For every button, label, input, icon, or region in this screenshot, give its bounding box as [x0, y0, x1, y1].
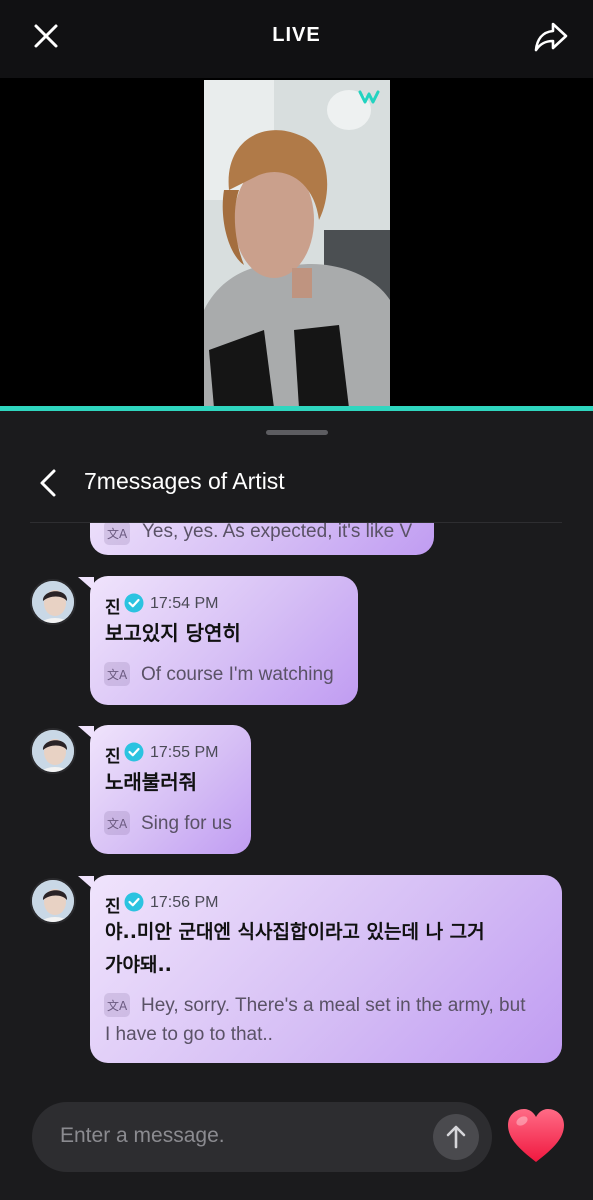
message-bubble-partial[interactable]: 文A Yes, yes. As expected, it's like V — [90, 523, 434, 555]
translate-icon: 文A — [104, 662, 130, 686]
avatar[interactable] — [30, 878, 76, 924]
message-text-line-2: 가야돼.. — [105, 954, 172, 976]
message-translation: Sing for us — [141, 813, 232, 834]
message-translation-line-2: I have to go to that.. — [105, 1024, 273, 1045]
avatar[interactable] — [30, 579, 76, 625]
message-translation-line-1: Hey, sorry. There's a meal set in the ar… — [141, 995, 526, 1016]
message-input-placeholder: Enter a message. — [60, 1124, 225, 1147]
svg-text:文A: 文A — [107, 526, 128, 541]
drag-handle[interactable] — [266, 430, 328, 435]
back-button[interactable] — [32, 466, 66, 500]
share-icon — [534, 22, 568, 52]
video-image — [204, 80, 390, 408]
message-time: 17:56 PM — [150, 894, 219, 911]
message-translation: Yes, yes. As expected, it's like V — [142, 523, 413, 542]
translate-icon: 文A — [104, 523, 130, 545]
verified-badge-icon — [124, 742, 144, 762]
message-bubble[interactable]: 진 17:56 PM 야..미안 군대엔 식사집합이라고 있는데 나 그거 가야… — [90, 875, 562, 1063]
chevron-left-icon — [40, 469, 56, 497]
translate-icon: 文A — [104, 993, 130, 1017]
live-video[interactable] — [204, 80, 390, 408]
page-title: LIVE — [272, 24, 321, 46]
weverse-logo-icon — [358, 90, 380, 104]
message-text: 노래불러줘 — [105, 770, 197, 794]
message-text-line-1: 야..미안 군대엔 식사집합이라고 있는데 나 그거 — [105, 921, 485, 943]
translate-icon: 文A — [104, 811, 130, 835]
svg-text:文A: 文A — [107, 816, 128, 831]
svg-text:文A: 文A — [107, 667, 128, 682]
message-bubble[interactable]: 진 17:54 PM 보고있지 당연히 文A Of course I'm wat… — [90, 576, 358, 705]
heart-button[interactable] — [504, 1106, 568, 1166]
sender-name: 진 — [105, 598, 121, 618]
arrow-up-icon — [446, 1125, 466, 1149]
message-translation: Of course I'm watching — [141, 664, 334, 685]
verified-badge-icon — [124, 593, 144, 613]
verified-badge-icon — [124, 892, 144, 912]
message-bubble[interactable]: 진 17:55 PM 노래불러줘 文A Sing for us — [90, 725, 251, 854]
message-text: 보고있지 당연히 — [105, 621, 241, 645]
live-video-area[interactable] — [0, 78, 593, 408]
sender-name: 진 — [105, 897, 121, 917]
message-list[interactable]: 文A Yes, yes. As expected, it's like V 진 … — [0, 523, 593, 1088]
share-button[interactable] — [531, 17, 571, 57]
svg-text:文A: 文A — [107, 998, 128, 1013]
sender-name: 진 — [105, 747, 121, 767]
heart-icon — [508, 1109, 564, 1162]
send-button[interactable] — [433, 1114, 479, 1160]
avatar[interactable] — [30, 728, 76, 774]
panel-title: 7messages of Artist — [84, 468, 285, 494]
message-time: 17:55 PM — [150, 744, 219, 761]
message-time: 17:54 PM — [150, 595, 219, 612]
